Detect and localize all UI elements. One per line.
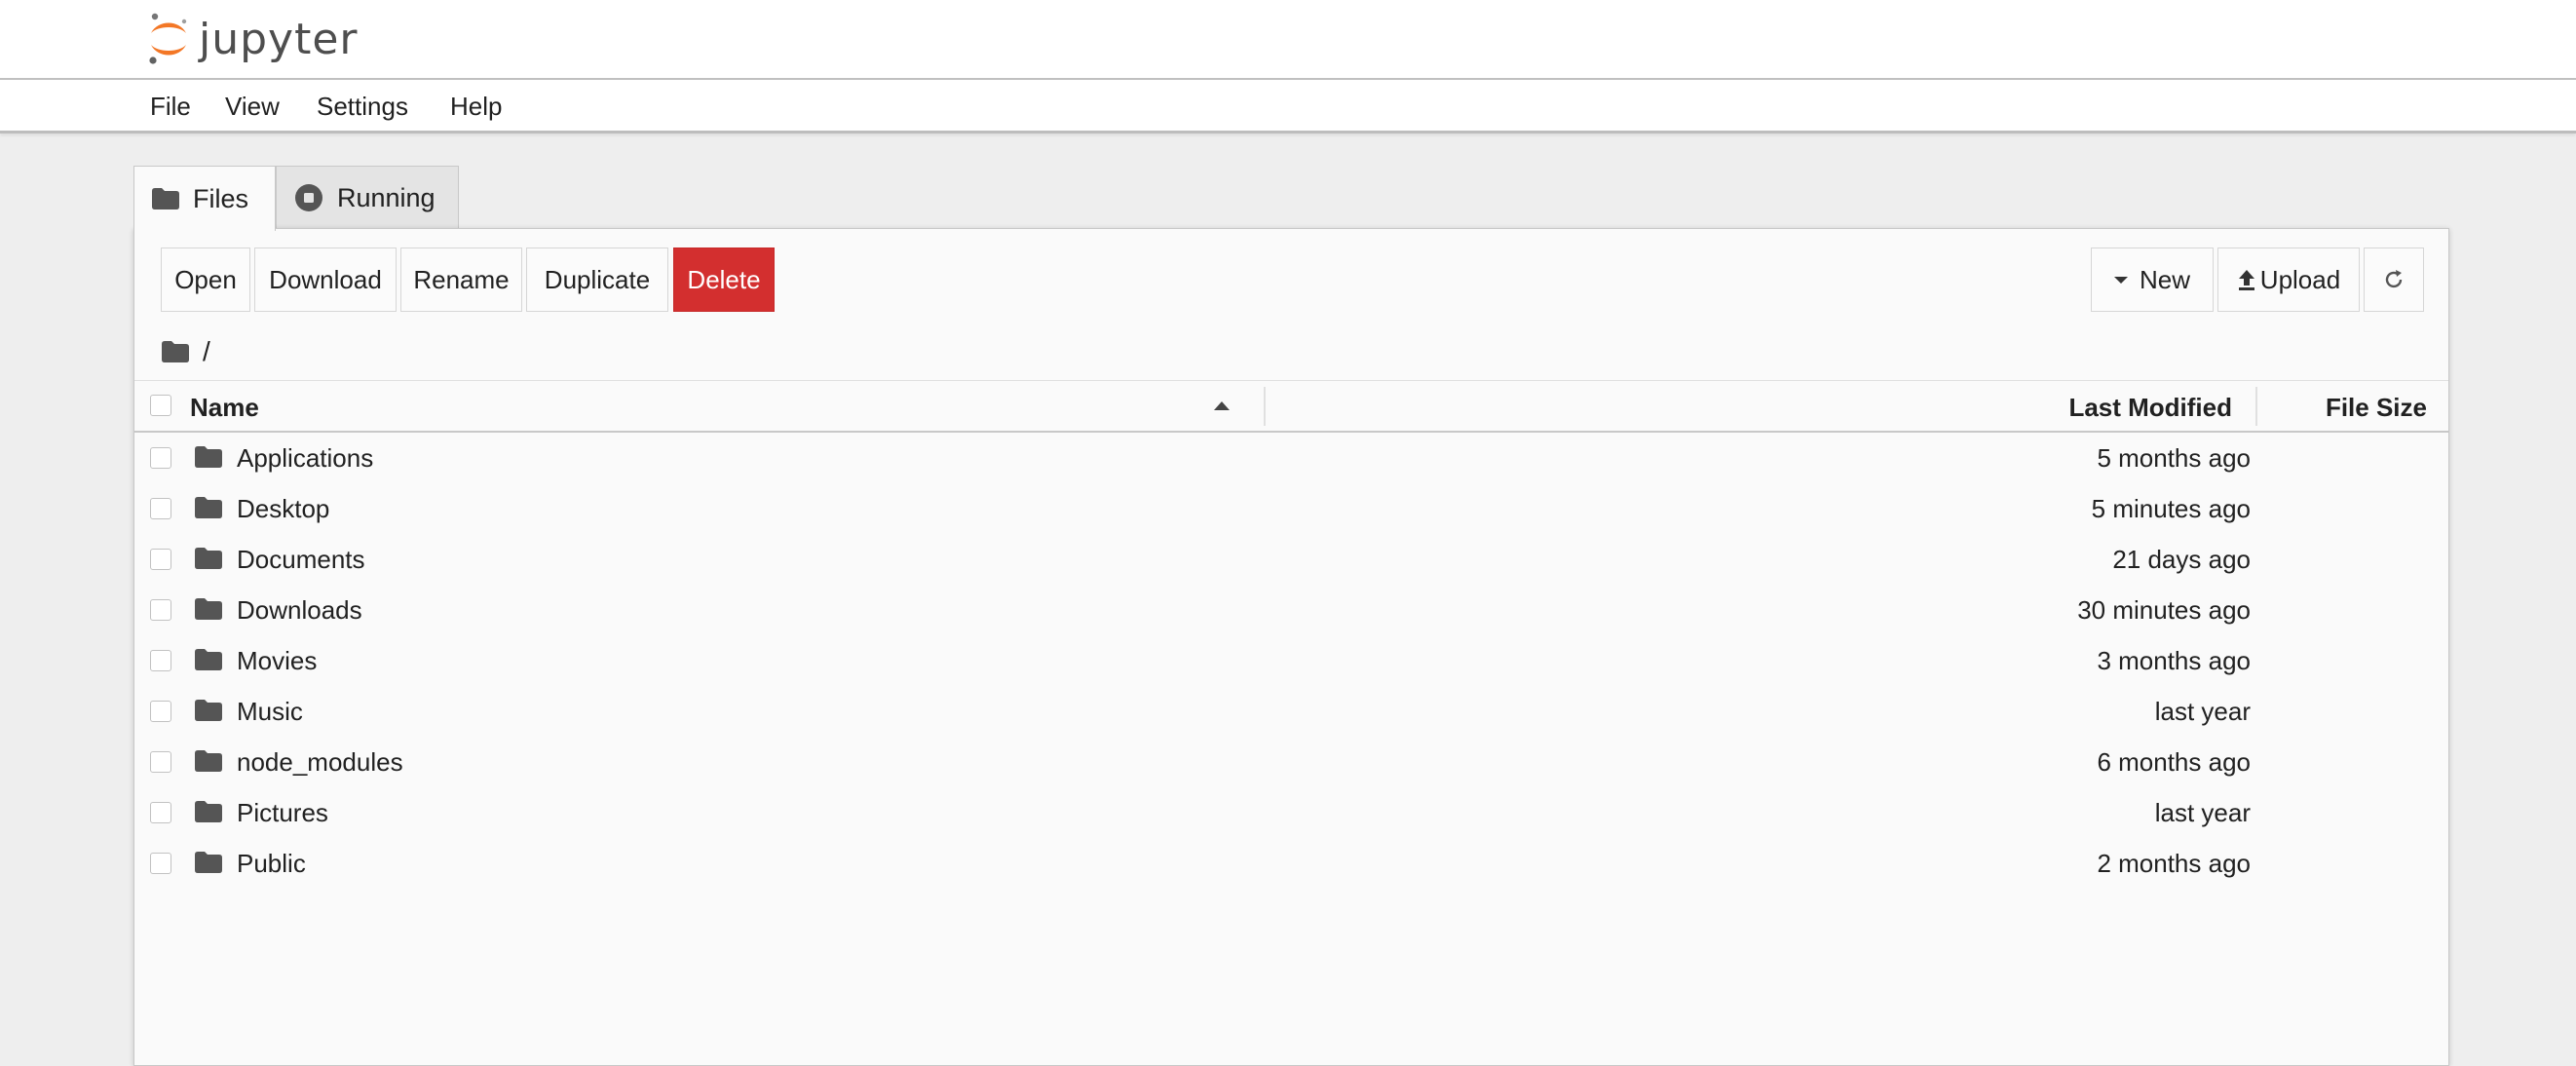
- row-checkbox[interactable]: [150, 498, 171, 519]
- folder-icon: [195, 446, 222, 473]
- list-item[interactable]: Movies 3 months ago: [134, 635, 2448, 686]
- duplicate-button[interactable]: Duplicate: [526, 247, 668, 312]
- item-modified: 5 minutes ago: [2091, 494, 2251, 523]
- row-checkbox[interactable]: [150, 802, 171, 823]
- folder-icon: [195, 750, 222, 777]
- breadcrumb-path[interactable]: /: [203, 336, 210, 367]
- list-item[interactable]: Applications 5 months ago: [134, 433, 2448, 483]
- item-modified: 3 months ago: [2097, 646, 2251, 675]
- item-modified: 5 months ago: [2097, 443, 2251, 473]
- folder-icon: [195, 801, 222, 827]
- jupyter-logo[interactable]: jupyter: [146, 10, 359, 68]
- caret-down-icon: [2113, 276, 2128, 284]
- menu-bar: File View Settings Help: [0, 80, 2576, 133]
- top-header: jupyter: [0, 0, 2576, 78]
- upload-button-label: Upload: [2259, 264, 2341, 294]
- folder-icon: [195, 548, 222, 574]
- folder-icon: [195, 700, 222, 726]
- list-item[interactable]: node_modules 6 months ago: [134, 737, 2448, 787]
- rename-button[interactable]: Rename: [400, 247, 522, 312]
- upload-button[interactable]: Upload: [2217, 247, 2360, 312]
- row-checkbox[interactable]: [150, 599, 171, 621]
- upload-icon: [2237, 268, 2256, 291]
- item-name[interactable]: Pictures: [237, 787, 328, 838]
- item-name[interactable]: Music: [237, 686, 303, 737]
- menu-file[interactable]: File: [150, 80, 191, 131]
- folder-icon[interactable]: [162, 341, 189, 362]
- item-modified: 21 days ago: [2112, 545, 2251, 574]
- folder-icon: [195, 497, 222, 523]
- folder-icon: [152, 188, 179, 209]
- column-file-size[interactable]: File Size: [2326, 381, 2427, 434]
- new-button[interactable]: New: [2091, 247, 2214, 312]
- column-name[interactable]: Name: [190, 381, 259, 434]
- list-item[interactable]: Downloads 30 minutes ago: [134, 585, 2448, 635]
- column-divider[interactable]: [2255, 387, 2257, 426]
- folder-icon: [195, 852, 222, 878]
- menu-view[interactable]: View: [225, 80, 280, 131]
- row-checkbox[interactable]: [150, 650, 171, 671]
- folder-icon: [195, 649, 222, 675]
- refresh-button[interactable]: [2364, 247, 2424, 312]
- select-all-checkbox[interactable]: [150, 395, 171, 416]
- refresh-icon: [2382, 268, 2406, 291]
- list-item[interactable]: Documents 21 days ago: [134, 534, 2448, 585]
- new-button-label: New: [2139, 264, 2190, 294]
- item-modified: 30 minutes ago: [2077, 595, 2251, 625]
- item-modified: last year: [2154, 798, 2251, 827]
- list-item[interactable]: Desktop 5 minutes ago: [134, 483, 2448, 534]
- breadcrumb: /: [162, 330, 210, 373]
- item-name[interactable]: node_modules: [237, 737, 403, 787]
- column-last-modified[interactable]: Last Modified: [2068, 381, 2232, 434]
- jupyter-logo-icon: [149, 13, 187, 64]
- delete-button[interactable]: Delete: [673, 247, 775, 312]
- row-checkbox[interactable]: [150, 701, 171, 722]
- row-checkbox[interactable]: [150, 853, 171, 874]
- item-name[interactable]: Desktop: [237, 483, 329, 534]
- tab-files-label: Files: [193, 183, 249, 213]
- sort-ascending-icon[interactable]: [1214, 401, 1230, 410]
- list-item[interactable]: Pictures last year: [134, 787, 2448, 838]
- item-modified: last year: [2154, 697, 2251, 726]
- item-name[interactable]: Movies: [237, 635, 317, 686]
- column-divider[interactable]: [1264, 387, 1266, 426]
- item-name[interactable]: Downloads: [237, 585, 362, 635]
- item-name[interactable]: Public: [237, 838, 306, 889]
- tab-running-label: Running: [337, 182, 436, 212]
- tab-running[interactable]: Running: [276, 166, 459, 229]
- menu-help[interactable]: Help: [450, 80, 502, 131]
- download-button[interactable]: Download: [254, 247, 397, 312]
- list-item[interactable]: Music last year: [134, 686, 2448, 737]
- item-modified: 2 months ago: [2097, 849, 2251, 878]
- menu-settings[interactable]: Settings: [317, 80, 408, 131]
- row-checkbox[interactable]: [150, 751, 171, 773]
- stop-circle-icon: [294, 183, 323, 212]
- row-checkbox[interactable]: [150, 549, 171, 570]
- open-button[interactable]: Open: [161, 247, 250, 312]
- item-name[interactable]: Applications: [237, 433, 373, 483]
- tab-files[interactable]: Files: [133, 166, 276, 231]
- list-header: Name Last Modified File Size: [134, 380, 2448, 433]
- file-browser-panel: Open Download Rename Duplicate Delete Ne…: [133, 228, 2449, 1066]
- item-name[interactable]: Documents: [237, 534, 365, 585]
- list-item[interactable]: Public 2 months ago: [134, 838, 2448, 889]
- logo-text: jupyter: [199, 14, 359, 64]
- item-modified: 6 months ago: [2097, 747, 2251, 777]
- folder-icon: [195, 598, 222, 625]
- row-checkbox[interactable]: [150, 447, 171, 469]
